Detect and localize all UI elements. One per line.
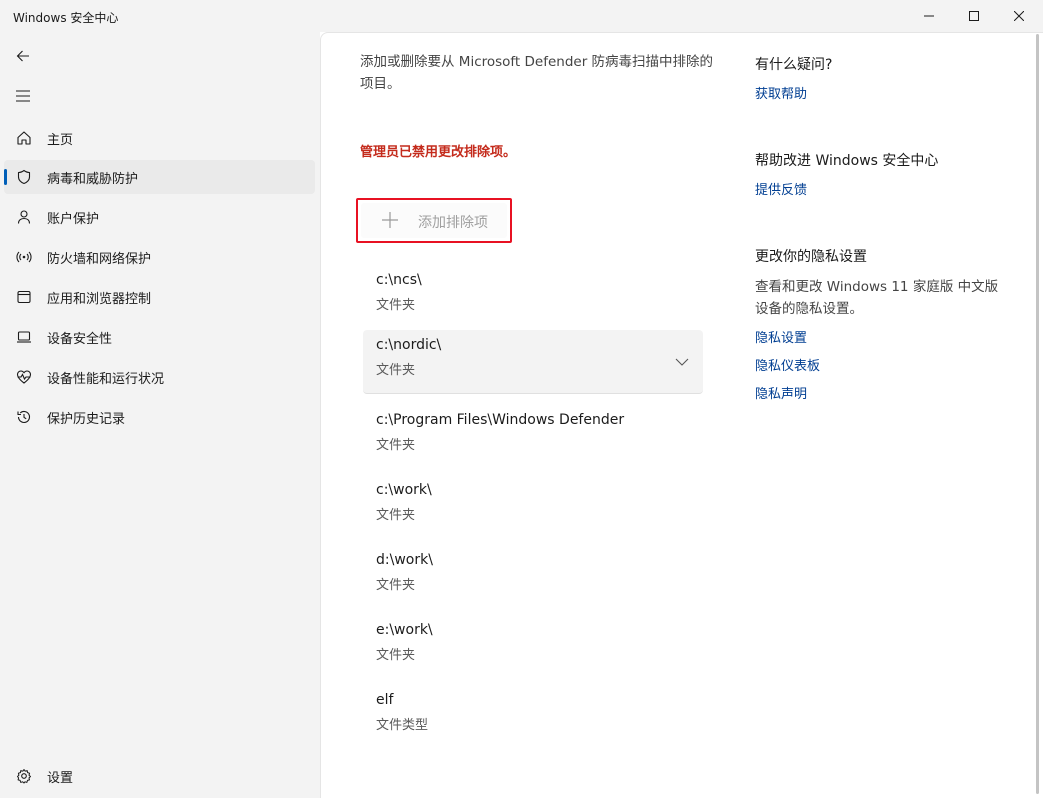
- plus-icon: [382, 212, 398, 228]
- exclusion-type: 文件夹: [376, 508, 416, 523]
- admin-disabled-warning: 管理员已禁用更改排除项。: [360, 145, 517, 160]
- back-button[interactable]: [8, 42, 38, 70]
- sidebar-item-label: 设备安全性: [47, 332, 113, 347]
- window-title: Windows 安全中心: [13, 11, 119, 25]
- privacy-description: 查看和更改 Windows 11 家庭版 中文版 设备的隐私设置。: [755, 279, 999, 317]
- sidebar-item-protection-history[interactable]: 保护历史记录: [4, 400, 315, 434]
- exclusion-item[interactable]: elf 文件类型: [363, 685, 703, 749]
- close-button[interactable]: [996, 0, 1042, 32]
- maximize-icon: [969, 11, 979, 21]
- sidebar-item-device-performance[interactable]: 设备性能和运行状况: [4, 360, 315, 394]
- exclusion-path: c:\nordic\: [376, 337, 442, 353]
- gear-icon: [15, 767, 33, 785]
- sidebar-item-label: 保护历史记录: [47, 412, 126, 427]
- exclusion-path: c:\Program Files\Windows Defender: [376, 412, 625, 428]
- sidebar-item-device-security[interactable]: 设备安全性: [4, 320, 315, 354]
- history-icon: [15, 408, 33, 426]
- exclusion-type: 文件夹: [376, 648, 416, 663]
- exclusions-description: 添加或删除要从 Microsoft Defender 防病毒扫描中排除的项目。: [360, 54, 714, 92]
- privacy-statement-link[interactable]: 隐私声明: [755, 383, 807, 402]
- sidebar-item-label: 应用和浏览器控制: [47, 292, 152, 307]
- question-heading: 有什么疑问?: [755, 57, 833, 73]
- wifi-icon: [15, 248, 33, 266]
- sidebar-item-account-protection[interactable]: 账户保护: [4, 200, 315, 234]
- exclusion-item[interactable]: c:\Program Files\Windows Defender 文件夹: [363, 405, 703, 469]
- exclusion-path: c:\ncs\: [376, 272, 422, 288]
- hamburger-icon: [16, 90, 30, 102]
- title-bar: Windows 安全中心: [0, 0, 1043, 32]
- exclusion-type: 文件夹: [376, 363, 416, 378]
- settings-label: 设置: [47, 771, 74, 786]
- sidebar-item-label: 账户保护: [47, 212, 100, 227]
- sidebar-item-settings[interactable]: 设置: [4, 759, 315, 791]
- heart-pulse-icon: [15, 368, 33, 386]
- sidebar-item-label: 病毒和威胁防护: [47, 172, 139, 187]
- privacy-settings-link[interactable]: 隐私设置: [755, 327, 807, 346]
- sidebar-item-label: 防火墙和网络保护: [47, 252, 152, 267]
- exclusion-item[interactable]: d:\work\ 文件夹: [363, 545, 703, 609]
- back-arrow-icon: [16, 50, 29, 62]
- exclusion-item[interactable]: c:\nordic\ 文件夹: [363, 330, 703, 394]
- minimize-icon: [924, 15, 934, 17]
- exclusion-type: 文件夹: [376, 578, 416, 593]
- sidebar: 主页 病毒和威胁防护 账户保护 防火墙和网络保护 应用和浏览器控制 设备安全性: [0, 32, 320, 798]
- sidebar-item-label: 设备性能和运行状况: [47, 372, 165, 387]
- shield-icon: [15, 168, 33, 186]
- minimize-button[interactable]: [906, 0, 952, 32]
- exclusion-type: 文件夹: [376, 438, 416, 453]
- maximize-button[interactable]: [951, 0, 997, 32]
- close-icon: [1014, 11, 1024, 21]
- selection-indicator: [4, 169, 7, 185]
- highlight-box: 添加排除项: [356, 198, 512, 243]
- sidebar-item-virus-protection[interactable]: 病毒和威胁防护: [4, 160, 315, 194]
- sidebar-item-app-browser-control[interactable]: 应用和浏览器控制: [4, 280, 315, 314]
- exclusion-path: d:\work\: [376, 552, 433, 568]
- exclusion-item[interactable]: c:\ncs\ 文件夹: [363, 265, 703, 329]
- laptop-icon: [15, 328, 33, 346]
- menu-button[interactable]: [8, 82, 38, 110]
- sidebar-item-label: 主页: [47, 133, 74, 148]
- person-icon: [15, 208, 33, 226]
- feedback-link[interactable]: 提供反馈: [755, 179, 807, 198]
- improve-heading: 帮助改进 Windows 安全中心: [755, 153, 939, 169]
- home-icon: [15, 129, 33, 147]
- exclusion-path: e:\work\: [376, 622, 433, 638]
- privacy-dashboard-link[interactable]: 隐私仪表板: [755, 355, 820, 374]
- privacy-heading: 更改你的隐私设置: [755, 249, 867, 265]
- sidebar-item-firewall[interactable]: 防火墙和网络保护: [4, 240, 315, 274]
- add-exclusion-button[interactable]: 添加排除项: [361, 203, 507, 238]
- exclusion-path: c:\work\: [376, 482, 432, 498]
- add-exclusion-label: 添加排除项: [418, 215, 488, 231]
- exclusion-item[interactable]: e:\work\ 文件夹: [363, 615, 703, 679]
- app-window-icon: [15, 288, 33, 306]
- scrollbar[interactable]: [1036, 34, 1039, 794]
- exclusion-item[interactable]: c:\work\ 文件夹: [363, 475, 703, 539]
- sidebar-item-home[interactable]: 主页: [4, 121, 315, 155]
- exclusion-path: elf: [376, 692, 394, 708]
- get-help-link[interactable]: 获取帮助: [755, 83, 807, 102]
- chevron-down-icon[interactable]: [675, 355, 689, 369]
- exclusion-type: 文件夹: [376, 298, 416, 313]
- exclusion-type: 文件类型: [376, 718, 429, 733]
